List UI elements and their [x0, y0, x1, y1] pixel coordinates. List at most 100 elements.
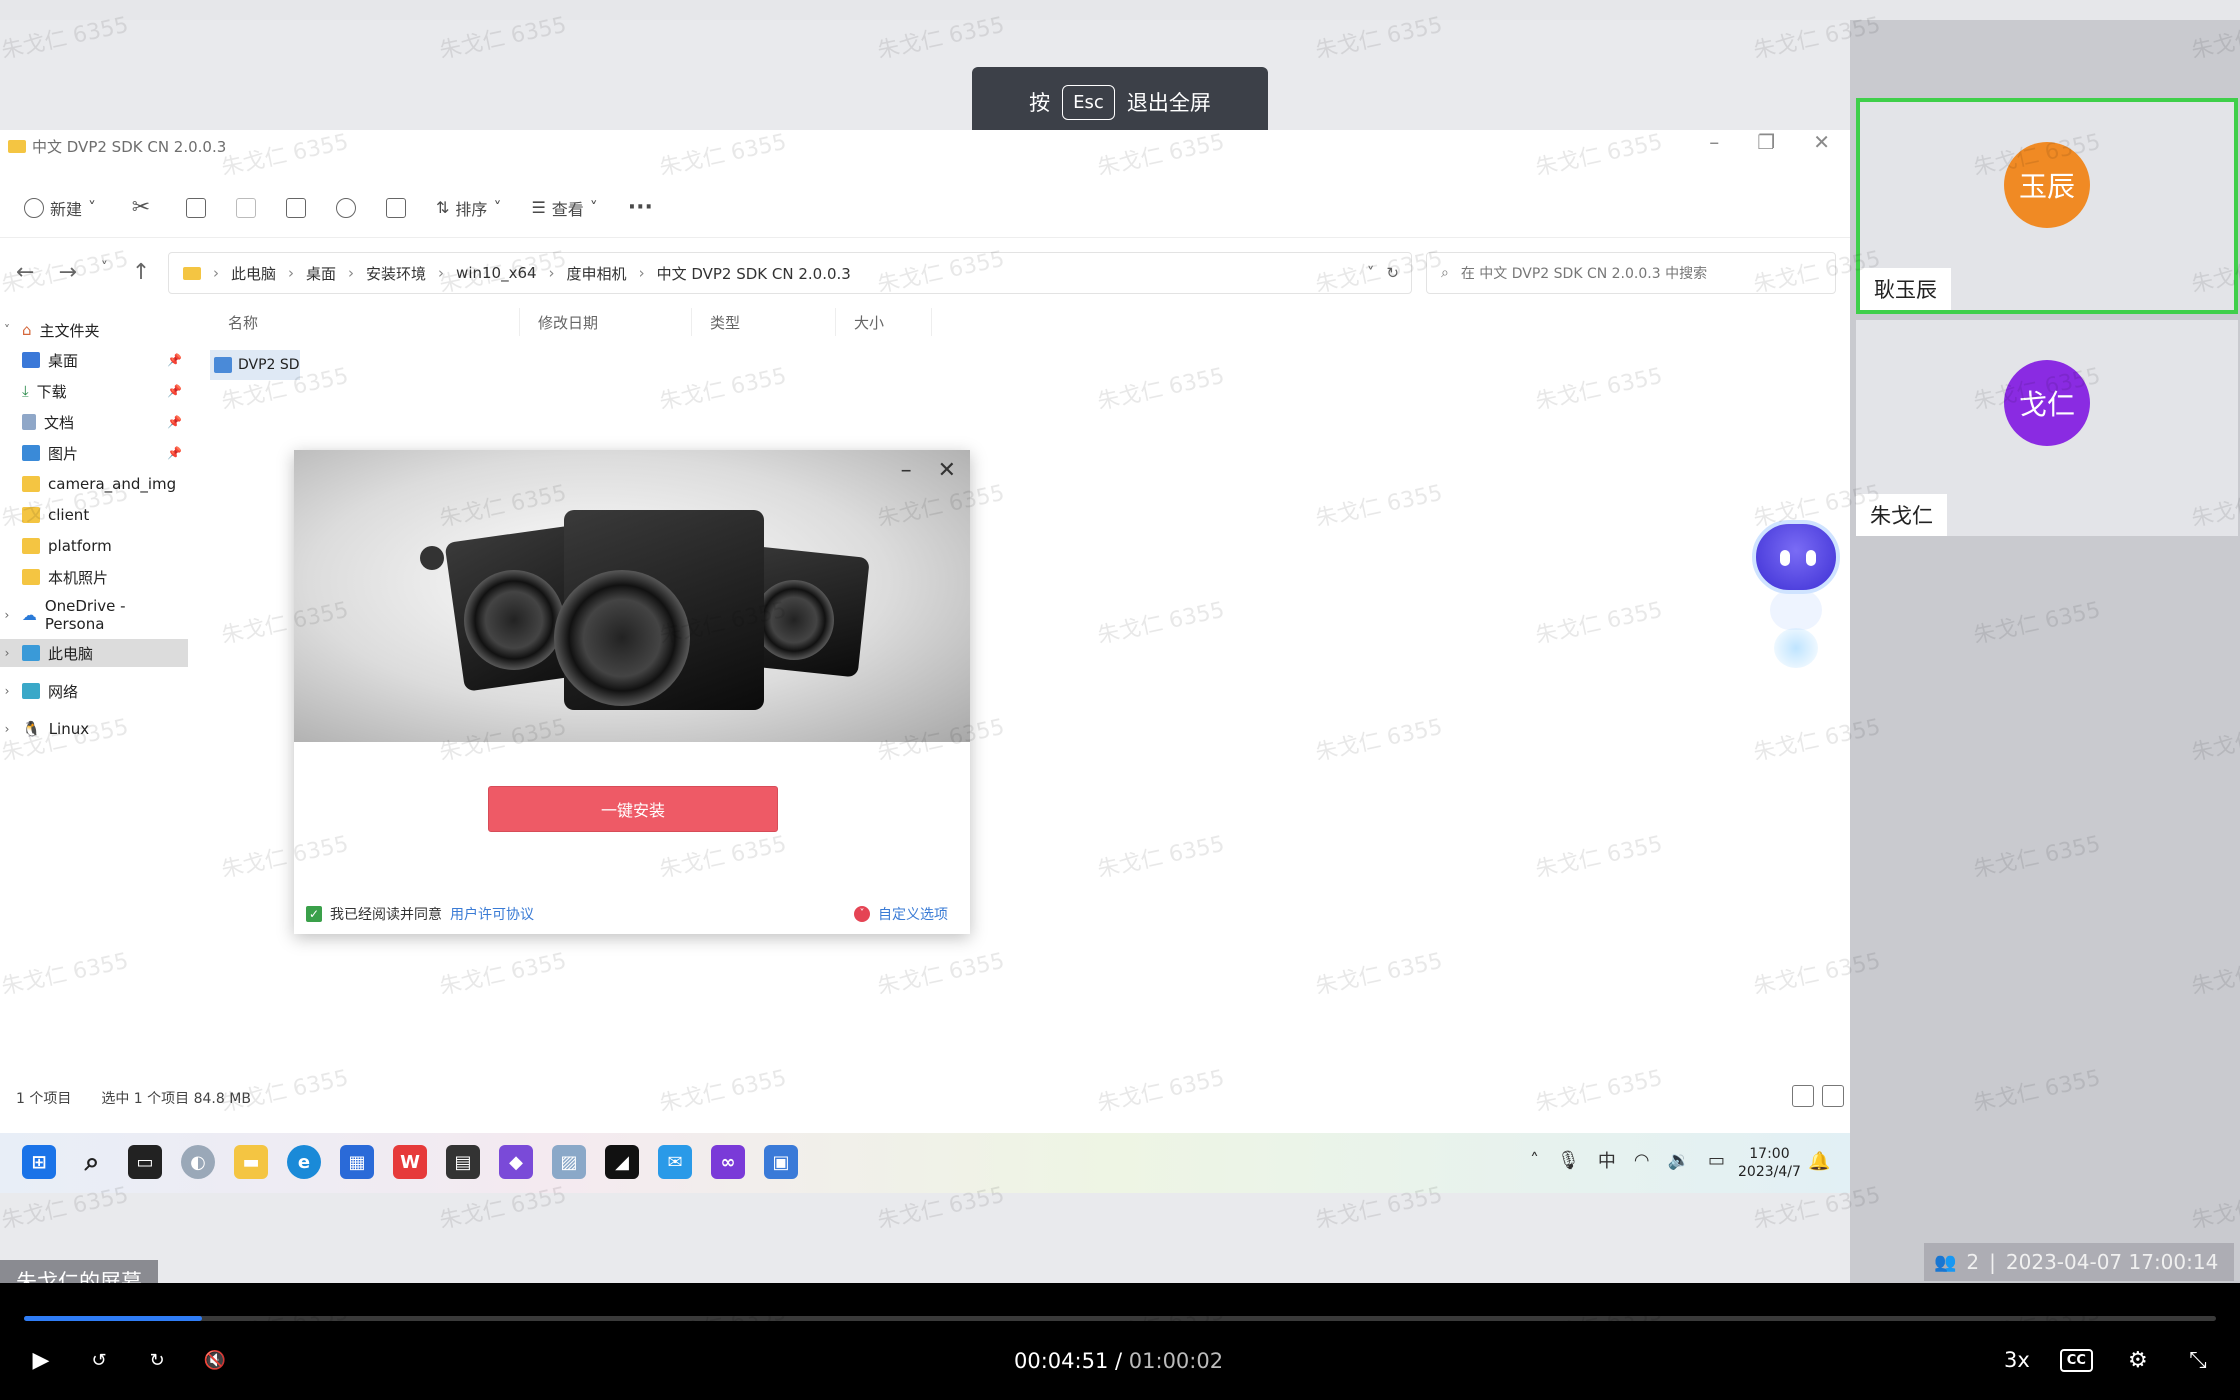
- minimize-icon[interactable]: –: [1709, 130, 1719, 154]
- share-icon[interactable]: [336, 197, 357, 218]
- forward-15-icon[interactable]: ↻: [142, 1345, 172, 1375]
- sidebar-item-client[interactable]: client: [22, 501, 188, 529]
- sidebar-item-this-pc[interactable]: › 此电脑: [0, 639, 188, 667]
- sidebar-item-pictures[interactable]: 图片 📌: [22, 439, 188, 467]
- breadcrumb[interactable]: 度申相机: [567, 263, 627, 284]
- participant-tile[interactable]: 玉辰 耿玉辰: [1856, 98, 2238, 314]
- participant-tile[interactable]: 戈仁 朱戈仁: [1856, 320, 2238, 536]
- file-row[interactable]: DVP2 SD: [210, 350, 300, 380]
- sidebar-item-desktop[interactable]: 桌面 📌: [22, 346, 188, 374]
- edge-icon[interactable]: e: [287, 1145, 321, 1179]
- sidebar-item-local-photos[interactable]: 本机照片: [22, 563, 188, 591]
- sidebar-item-documents[interactable]: 文档 📌: [22, 408, 188, 436]
- rewind-15-icon[interactable]: ↺: [84, 1345, 114, 1375]
- search-icon[interactable]: ⌕: [75, 1145, 109, 1179]
- file-explorer-icon[interactable]: ▬: [234, 1145, 268, 1179]
- breadcrumb[interactable]: win10_x64: [456, 264, 537, 282]
- column-header-modified[interactable]: 修改日期: [520, 308, 692, 336]
- exit-fullscreen-hint[interactable]: 按 Esc 退出全屏: [972, 67, 1268, 137]
- chevron-down-icon[interactable]: ˅: [0, 323, 14, 337]
- sidebar-item-onedrive[interactable]: › ☁ OneDrive - Persona: [0, 597, 188, 633]
- column-header-size[interactable]: 大小: [836, 308, 932, 336]
- minimize-icon[interactable]: –: [901, 458, 912, 483]
- chevron-up-icon[interactable]: ˄: [1530, 1150, 1539, 1171]
- wifi-icon[interactable]: ◠: [1634, 1150, 1650, 1171]
- store-icon[interactable]: ▦: [340, 1145, 374, 1179]
- obsidian-icon[interactable]: ◆: [499, 1145, 533, 1179]
- image-viewer-icon[interactable]: ▨: [552, 1145, 586, 1179]
- task-view-icon[interactable]: ▭: [128, 1145, 162, 1179]
- chevron-right-icon[interactable]: ›: [0, 608, 14, 622]
- playback-speed[interactable]: 3x: [2004, 1348, 2030, 1372]
- mute-icon[interactable]: 🔇: [200, 1345, 230, 1375]
- refresh-icon[interactable]: ↻: [1386, 264, 1399, 282]
- breadcrumb[interactable]: 桌面: [306, 263, 336, 284]
- assistant-robot-icon[interactable]: [1748, 520, 1844, 670]
- license-link[interactable]: 用户许可协议: [450, 904, 534, 924]
- address-bar[interactable]: › 此电脑 › 桌面 › 安装环境 › win10_x64 › 度申相机 › 中…: [168, 252, 1412, 294]
- sidebar-item-network[interactable]: › 网络: [0, 677, 188, 705]
- microphone-icon[interactable]: 🎙: [1557, 1150, 1580, 1171]
- settings-gear-icon[interactable]: ⚙: [2123, 1345, 2153, 1375]
- play-icon[interactable]: ▶: [26, 1345, 56, 1375]
- one-click-install-button[interactable]: 一键安装: [488, 786, 778, 832]
- more-icon[interactable]: ···: [628, 195, 653, 220]
- custom-options-link[interactable]: 自定义选项: [878, 904, 948, 924]
- search-input[interactable]: ⌕ 在 中文 DVP2 SDK CN 2.0.0.3 中搜索: [1426, 252, 1836, 294]
- sidebar-label: platform: [48, 537, 112, 555]
- breadcrumb[interactable]: 中文 DVP2 SDK CN 2.0.0.3: [657, 263, 851, 284]
- meeting-timestamp: 2023-04-07 17:00:14: [2005, 1250, 2219, 1274]
- breadcrumb[interactable]: 此电脑: [231, 263, 276, 284]
- volume-icon[interactable]: 🔉: [1668, 1150, 1690, 1171]
- details-view-icon[interactable]: [1792, 1085, 1814, 1107]
- meeting-recording-player: 按 Esc 退出全屏 中文 DVP2 SDK CN 2.0.0.3 – ❐ ✕ …: [0, 0, 2240, 1400]
- progress-bar[interactable]: [24, 1316, 2216, 1321]
- cut-icon[interactable]: ✂: [126, 193, 156, 223]
- chevron-right-icon[interactable]: ›: [0, 684, 14, 698]
- sidebar-item-home[interactable]: ˅ ⌂ 主文件夹: [0, 316, 188, 344]
- sidebar-item-linux[interactable]: › 🐧 Linux: [0, 715, 188, 743]
- sidebar-item-camera-and-img[interactable]: camera_and_img: [22, 470, 188, 498]
- close-icon[interactable]: ✕: [1813, 130, 1830, 154]
- sidebar-item-platform[interactable]: platform: [22, 532, 188, 560]
- back-icon[interactable]: ←: [16, 260, 34, 285]
- column-header-name[interactable]: 名称: [210, 308, 520, 336]
- installer-app-icon[interactable]: ▣: [764, 1145, 798, 1179]
- battery-icon[interactable]: ▭: [1708, 1150, 1725, 1171]
- home-icon: ⌂: [22, 321, 32, 339]
- sidebar-item-downloads[interactable]: ⤓ 下载 📌: [22, 377, 188, 405]
- chevron-right-icon[interactable]: ›: [0, 646, 14, 660]
- paste-icon[interactable]: [236, 197, 257, 218]
- ime-indicator[interactable]: 中: [1598, 1147, 1616, 1173]
- terminal-icon[interactable]: ▤: [446, 1145, 480, 1179]
- subtitles-button[interactable]: CC: [2059, 1348, 2093, 1372]
- custom-options[interactable]: ˅ 自定义选项: [854, 904, 948, 924]
- tiles-view-icon[interactable]: [1822, 1085, 1844, 1107]
- restore-icon[interactable]: ❐: [1757, 130, 1775, 154]
- notification-bell-icon[interactable]: 🔔: [1808, 1151, 1830, 1172]
- copy-icon[interactable]: [186, 197, 207, 218]
- mail-icon[interactable]: ✉: [658, 1145, 692, 1179]
- forward-icon[interactable]: →: [58, 260, 76, 285]
- delete-icon[interactable]: [386, 197, 407, 218]
- chevron-down-icon[interactable]: ˅: [1367, 264, 1375, 282]
- recent-chevron-icon[interactable]: ˅: [101, 260, 108, 285]
- up-icon[interactable]: ↑: [132, 260, 150, 285]
- taskbar-clock[interactable]: 17:00 2023/4/7: [1738, 1145, 1801, 1181]
- exit-fullscreen-icon[interactable]: ⤡: [2183, 1345, 2213, 1375]
- new-button[interactable]: 新建 ˅: [24, 196, 96, 220]
- column-header-type[interactable]: 类型: [692, 308, 836, 336]
- close-icon[interactable]: ✕: [938, 458, 956, 483]
- agree-checkbox[interactable]: ✓: [306, 906, 322, 922]
- typora-icon[interactable]: ◢: [605, 1145, 639, 1179]
- sort-button[interactable]: ⇅ 排序 ˅: [436, 196, 501, 220]
- taskbar-apps: ⊞ ⌕ ▭ ◐ ▬ e ▦ W ▤ ◆ ▨ ◢ ✉ ∞ ▣: [22, 1145, 798, 1179]
- wps-icon[interactable]: W: [393, 1145, 427, 1179]
- windows-start-icon[interactable]: ⊞: [22, 1145, 56, 1179]
- view-button[interactable]: ☰ 查看 ˅: [531, 196, 597, 220]
- rename-icon[interactable]: [286, 197, 307, 218]
- chevron-right-icon[interactable]: ›: [0, 722, 14, 736]
- visual-studio-icon[interactable]: ∞: [711, 1145, 745, 1179]
- breadcrumb[interactable]: 安装环境: [366, 263, 426, 284]
- browser-icon[interactable]: ◐: [181, 1145, 215, 1179]
